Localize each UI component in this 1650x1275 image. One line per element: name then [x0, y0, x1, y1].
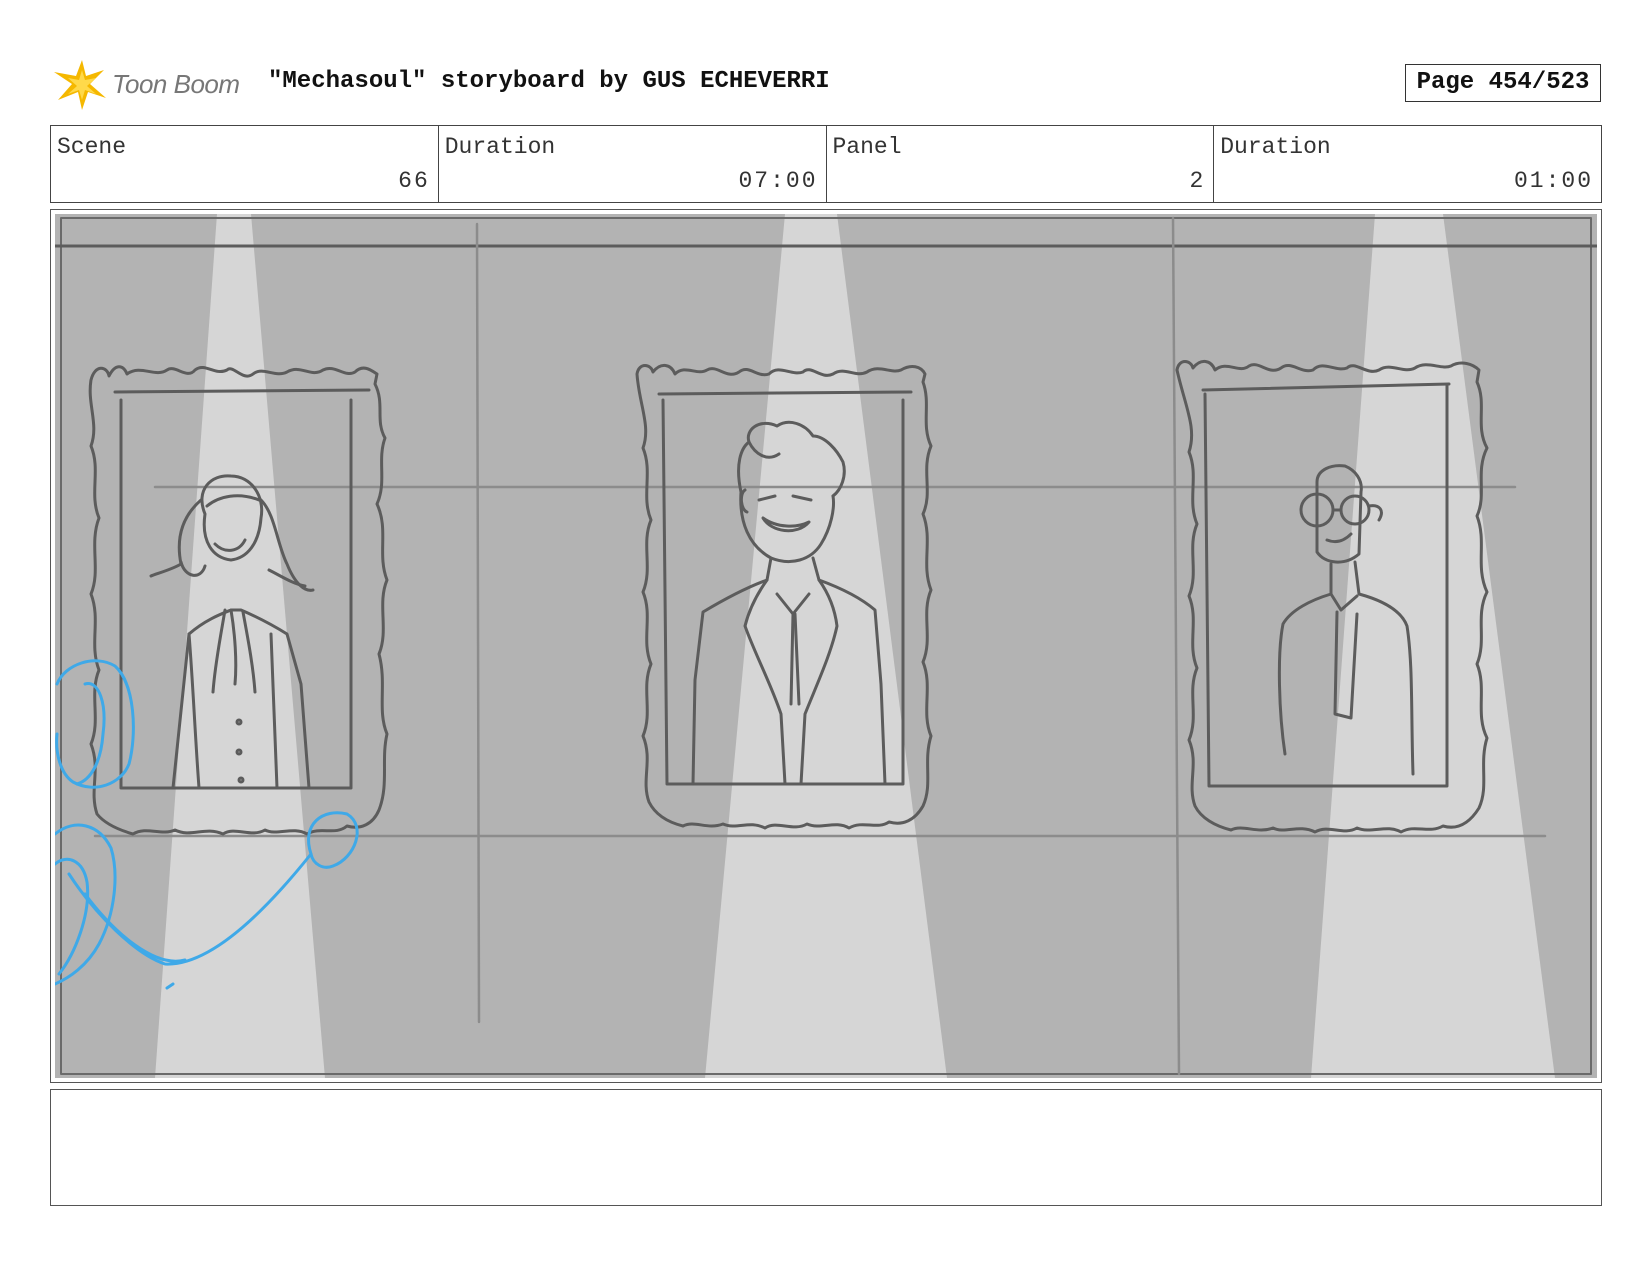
- scene-info-table: Scene 66 Duration 07:00 Panel 2 Duration…: [50, 125, 1602, 203]
- panel-duration-cell: Duration 01:00: [1214, 126, 1601, 202]
- storyboard-title: "Mechasoul" storyboard by GUS ECHEVERRI: [268, 68, 830, 95]
- scene-cell: Scene 66: [51, 126, 439, 202]
- panel-value: 2: [1189, 168, 1206, 194]
- panel-cell: Panel 2: [827, 126, 1215, 202]
- panel-duration-label: Duration: [1220, 134, 1331, 160]
- page-number: Page 454/523: [1405, 64, 1601, 102]
- toon-boom-star-icon: [54, 60, 106, 110]
- scene-label: Scene: [57, 134, 127, 160]
- logo-text: Toon Boom: [112, 68, 240, 99]
- storyboard-panel: [50, 209, 1602, 1083]
- scene-duration-cell: Duration 07:00: [439, 126, 827, 202]
- panel-duration-value: 01:00: [1513, 168, 1593, 194]
- scene-value: 66: [398, 168, 430, 194]
- panel-sketch: [55, 214, 1597, 1078]
- scene-duration-value: 07:00: [738, 168, 818, 194]
- panel-label: Panel: [832, 134, 902, 160]
- toon-boom-logo: Toon Boom: [52, 56, 240, 112]
- scene-duration-label: Duration: [444, 134, 556, 160]
- panel-notes-box: [50, 1089, 1602, 1206]
